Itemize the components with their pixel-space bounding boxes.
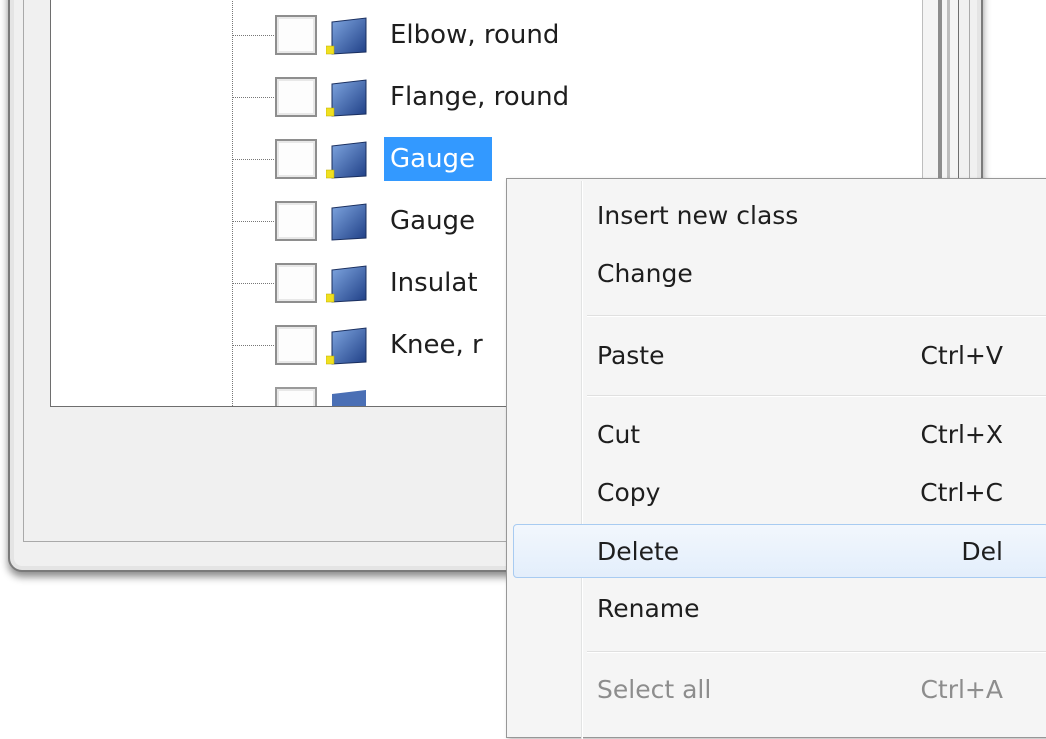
context-menu: Insert new class Change Paste Ctrl+V Cut…: [506, 178, 1046, 739]
tree-branch-line: [232, 283, 274, 284]
tree-branch-line: [232, 221, 274, 222]
tree-item-label: Elbow, round: [390, 20, 560, 50]
tree-item-label: Knee, r: [390, 330, 483, 360]
tree-branch-line: [232, 159, 274, 160]
tree-item-label: Gauge: [390, 206, 476, 236]
menu-item-label: Insert new class: [597, 201, 799, 230]
class-icon: [332, 390, 366, 406]
menu-item-shortcut: Ctrl+X: [920, 420, 1003, 449]
tree-item-checkbox[interactable]: [275, 15, 317, 55]
menu-item-label: Paste: [597, 341, 665, 370]
class-icon: [326, 141, 367, 179]
tree-item-label: Flange, round: [390, 82, 570, 112]
menu-item-label: Select all: [597, 675, 712, 704]
menu-item-shortcut: Del: [961, 537, 1003, 566]
tree-branch-line: [232, 345, 274, 346]
menu-item-copy[interactable]: Copy Ctrl+C: [513, 466, 1046, 520]
menu-item-label: Copy: [597, 478, 661, 507]
menu-separator: [587, 395, 1046, 397]
menu-separator: [587, 651, 1046, 653]
menu-item-label: Cut: [597, 420, 641, 449]
menu-item-label: Rename: [597, 594, 700, 623]
menu-item-shortcut: Ctrl+V: [920, 341, 1003, 370]
menu-item-change[interactable]: Change: [513, 247, 1046, 301]
menu-item-insert-new-class[interactable]: Insert new class: [513, 189, 1046, 243]
tree-item-gauge-selected[interactable]: Gauge: [232, 137, 912, 183]
tree-item-checkbox[interactable]: [275, 263, 317, 303]
tree-item-label: Insulat: [390, 268, 478, 298]
menu-item-delete[interactable]: Delete Del: [513, 524, 1046, 578]
tree-branch-line: [232, 35, 274, 36]
tree-item-checkbox[interactable]: [275, 139, 317, 179]
menu-item-select-all[interactable]: Select all Ctrl+A: [513, 663, 1046, 717]
class-icon: [326, 79, 367, 117]
tree-item-checkbox[interactable]: [275, 387, 317, 406]
menu-item-label: Delete: [597, 537, 680, 566]
class-icon: [326, 327, 367, 365]
menu-item-rename[interactable]: Rename: [513, 582, 1046, 636]
menu-item-shortcut: Ctrl+C: [920, 478, 1003, 507]
class-icon: [331, 203, 367, 241]
tree-item-checkbox[interactable]: [275, 201, 317, 241]
class-icon: [326, 17, 367, 55]
menu-item-cut[interactable]: Cut Ctrl+X: [513, 408, 1046, 462]
tree-branch-line: [232, 97, 274, 98]
menu-separator: [587, 315, 1046, 317]
tree-item-label: Gauge: [384, 137, 492, 181]
tree-item-elbow-round[interactable]: Elbow, round: [232, 13, 912, 59]
menu-item-paste[interactable]: Paste Ctrl+V: [513, 329, 1046, 383]
tree-item-checkbox[interactable]: [275, 325, 317, 365]
tree-item-checkbox[interactable]: [275, 77, 317, 117]
class-icon: [326, 265, 367, 303]
tree-item-flange-round[interactable]: Flange, round: [232, 75, 912, 121]
menu-item-label: Change: [597, 259, 693, 288]
menu-item-shortcut: Ctrl+A: [920, 675, 1003, 704]
